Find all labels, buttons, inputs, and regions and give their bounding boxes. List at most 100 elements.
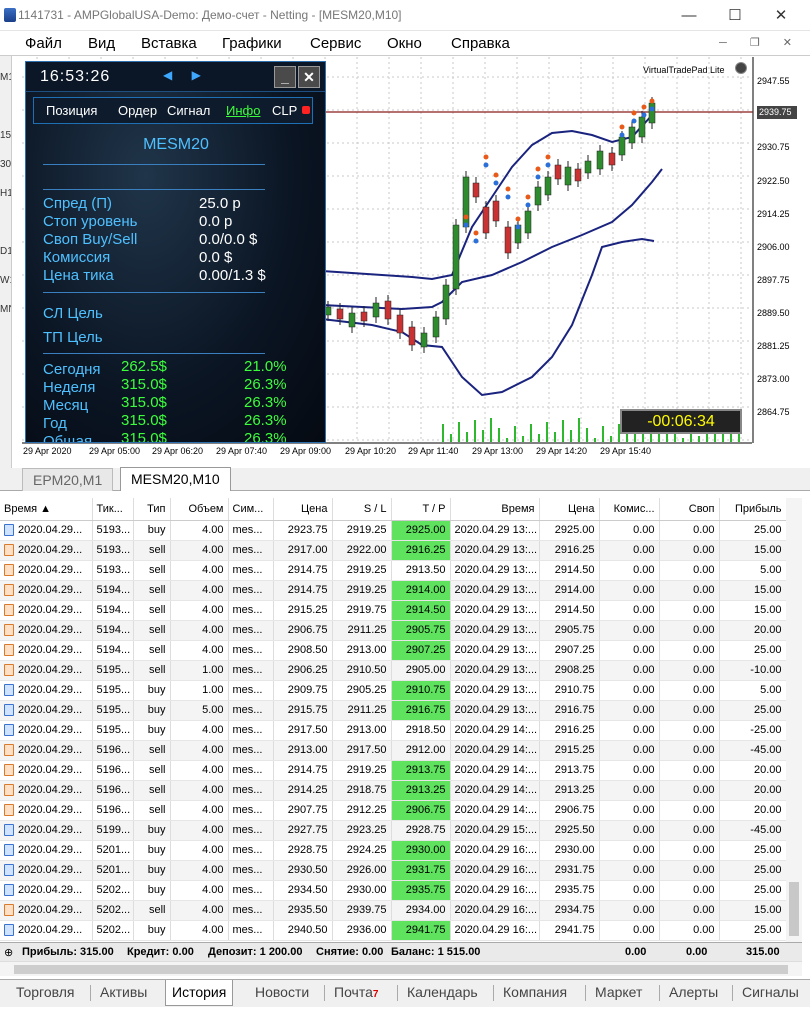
column-header[interactable]: Прибыль: [719, 498, 786, 521]
column-header[interactable]: S / L: [332, 498, 392, 521]
expand-icon[interactable]: ⊕: [4, 946, 13, 959]
vertical-scrollbar[interactable]: [786, 498, 802, 942]
table-row[interactable]: 2020.04.29... 5199... buy 4.00 mes... 2927.75…: [0, 820, 786, 841]
table-row[interactable]: 2020.04.29... 5194... sell 4.00 mes... 2906.7…: [0, 620, 786, 641]
trade-pad-panel[interactable]: 16:53:26 ◀ ▶ _ ✕ Позиция Ордер Сигнал Ин…: [25, 61, 326, 443]
table-row[interactable]: 2020.04.29... 5196... sell 4.00 mes... 2914.2…: [0, 780, 786, 801]
table-row[interactable]: 2020.04.29... 5193... sell 4.00 mes... 2917.0…: [0, 540, 786, 561]
trade-marker: [515, 224, 521, 230]
table-row[interactable]: 2020.04.29... 5195... buy 1.00 mes... 2909.75…: [0, 680, 786, 701]
tab-chart-mesm20[interactable]: MESM20,M10: [120, 467, 231, 491]
timeframe-m30[interactable]: 30: [0, 159, 11, 170]
timeframe-mn[interactable]: MN: [0, 304, 11, 315]
menu-charts[interactable]: Графики: [222, 35, 282, 52]
table-row[interactable]: 2020.04.29... 5196... sell 4.00 mes... 2907.7…: [0, 800, 786, 821]
tab-order[interactable]: Ордер: [118, 103, 157, 118]
scrollbar-thumb[interactable]: [789, 882, 799, 936]
trade-marker: [525, 194, 531, 200]
mdi-controls[interactable]: ─ ❐ ✕: [719, 36, 802, 49]
cell-open-time: 2020.04.29...: [0, 640, 93, 661]
cell-open-time: 2020.04.29...: [0, 820, 93, 841]
column-header[interactable]: Сим...: [228, 498, 274, 521]
column-header[interactable]: Комис...: [599, 498, 660, 521]
close-window-button[interactable]: ✕: [758, 2, 804, 29]
maximize-button[interactable]: ☐: [712, 2, 758, 29]
table-cell: 2911.25: [332, 620, 392, 641]
menu-tools[interactable]: Сервис: [310, 35, 361, 52]
column-header[interactable]: Цена: [273, 498, 333, 521]
menu-insert[interactable]: Вставка: [141, 35, 197, 52]
table-cell: 2914.75: [273, 560, 333, 581]
tab-company[interactable]: Компания: [503, 984, 567, 1000]
column-header[interactable]: Объем: [170, 498, 229, 521]
tab-alerts[interactable]: Алерты: [669, 984, 718, 1000]
tab-news[interactable]: Новости: [255, 984, 309, 1000]
symbol-switch-arrows[interactable]: ◀ ▶: [163, 68, 209, 82]
column-header[interactable]: Время ▲: [0, 498, 93, 521]
table-row[interactable]: 2020.04.29... 5195... sell 1.00 mes... 2906.2…: [0, 660, 786, 681]
menu-file[interactable]: Файл: [25, 35, 62, 52]
table-row[interactable]: 2020.04.29... 5201... buy 4.00 mes... 2930.50…: [0, 860, 786, 881]
tab-market[interactable]: Маркет: [595, 984, 642, 1000]
tab-calendar[interactable]: Календарь: [407, 984, 478, 1000]
column-header[interactable]: Время: [450, 498, 540, 521]
table-cell: 2020.04.29 16:...: [450, 840, 540, 861]
table-row[interactable]: 2020.04.29... 5196... sell 4.00 mes... 2914.7…: [0, 760, 786, 781]
timeframe-h1[interactable]: H1: [0, 188, 11, 199]
table-row[interactable]: 2020.04.29... 5194... sell 4.00 mes... 2914.7…: [0, 580, 786, 601]
timeframe-d1[interactable]: D1: [0, 246, 11, 257]
table-row[interactable]: 2020.04.29... 5196... sell 4.00 mes... 2913.0…: [0, 740, 786, 761]
table-row[interactable]: 2020.04.29... 5194... sell 4.00 mes... 2915.2…: [0, 600, 786, 621]
timeframe-m15[interactable]: 15: [0, 130, 11, 141]
tab-signal[interactable]: Сигнал: [167, 103, 210, 118]
minimize-button[interactable]: —: [666, 2, 712, 29]
table-cell: 15.00: [719, 900, 786, 921]
table-row[interactable]: 2020.04.29... 5194... sell 4.00 mes... 2908.5…: [0, 640, 786, 661]
tab-signals[interactable]: Сигналы: [742, 984, 799, 1000]
table-cell: 2924.25: [332, 840, 392, 861]
table-row[interactable]: 2020.04.29... 5202... buy 4.00 mes... 2934.50…: [0, 880, 786, 901]
tab-mail[interactable]: Почта7: [334, 984, 378, 1000]
table-row[interactable]: 2020.04.29... 5193... sell 4.00 mes... 2914.7…: [0, 560, 786, 581]
table-row[interactable]: 2020.04.29... 5195... buy 5.00 mes... 2915.75…: [0, 700, 786, 721]
table-cell: 0.00: [599, 860, 660, 881]
panel-close-button[interactable]: ✕: [298, 66, 320, 88]
time-axis-label: 29 Apr 06:20: [152, 446, 204, 456]
candle-body: [574, 168, 582, 182]
panel-minimize-button[interactable]: _: [274, 66, 296, 88]
tab-assets[interactable]: Активы: [100, 984, 147, 1000]
table-cell: 2918.75: [332, 780, 392, 801]
horizontal-scrollbar[interactable]: [0, 961, 802, 976]
menu-window[interactable]: Окно: [387, 35, 422, 52]
tab-position[interactable]: Позиция: [46, 103, 97, 118]
menu-view[interactable]: Вид: [88, 35, 115, 52]
candle-body: [584, 160, 592, 174]
vtp-icon[interactable]: [735, 62, 747, 74]
column-header[interactable]: Тип: [133, 498, 171, 521]
menu-help[interactable]: Справка: [451, 35, 510, 52]
table-cell: 0.00: [599, 780, 660, 801]
timeframe-m1[interactable]: M1: [0, 72, 11, 83]
time-axis-label: 29 Apr 2020: [23, 446, 72, 456]
tab-clp[interactable]: CLP: [272, 103, 297, 118]
title-bar: 1141731 - AMPGlobalUSA-Demo: Демо-счет -…: [0, 0, 810, 31]
table-row[interactable]: 2020.04.29... 5193... buy 4.00 mes... 2923.75…: [0, 520, 786, 541]
table-row[interactable]: 2020.04.29... 5202... sell 4.00 mes... 2935.5…: [0, 900, 786, 921]
scrollbar-thumb[interactable]: [14, 965, 788, 974]
column-header[interactable]: Цена: [539, 498, 600, 521]
panel-header[interactable]: 16:53:26 ◀ ▶ _ ✕: [26, 62, 325, 92]
table-cell: 0.00: [659, 600, 720, 621]
volume-bar: [554, 432, 556, 442]
column-header[interactable]: Своп: [659, 498, 720, 521]
table-row[interactable]: 2020.04.29... 5201... buy 4.00 mes... 2928.75…: [0, 840, 786, 861]
tab-trade[interactable]: Торговля: [16, 984, 74, 1000]
table-cell: 2917.50: [273, 720, 333, 741]
tab-info[interactable]: Инфо: [226, 103, 260, 118]
column-header[interactable]: T / P: [391, 498, 451, 521]
tab-history[interactable]: История: [165, 980, 234, 1006]
timeframe-w1[interactable]: W1: [0, 275, 11, 286]
table-row[interactable]: 2020.04.29... 5195... buy 4.00 mes... 2917.50…: [0, 720, 786, 741]
tab-chart-epm20[interactable]: EPM20,M1: [22, 468, 114, 491]
column-header[interactable]: Тик...: [92, 498, 134, 521]
table-row[interactable]: 2020.04.29... 5202... buy 4.00 mes... 2940.50…: [0, 920, 786, 941]
